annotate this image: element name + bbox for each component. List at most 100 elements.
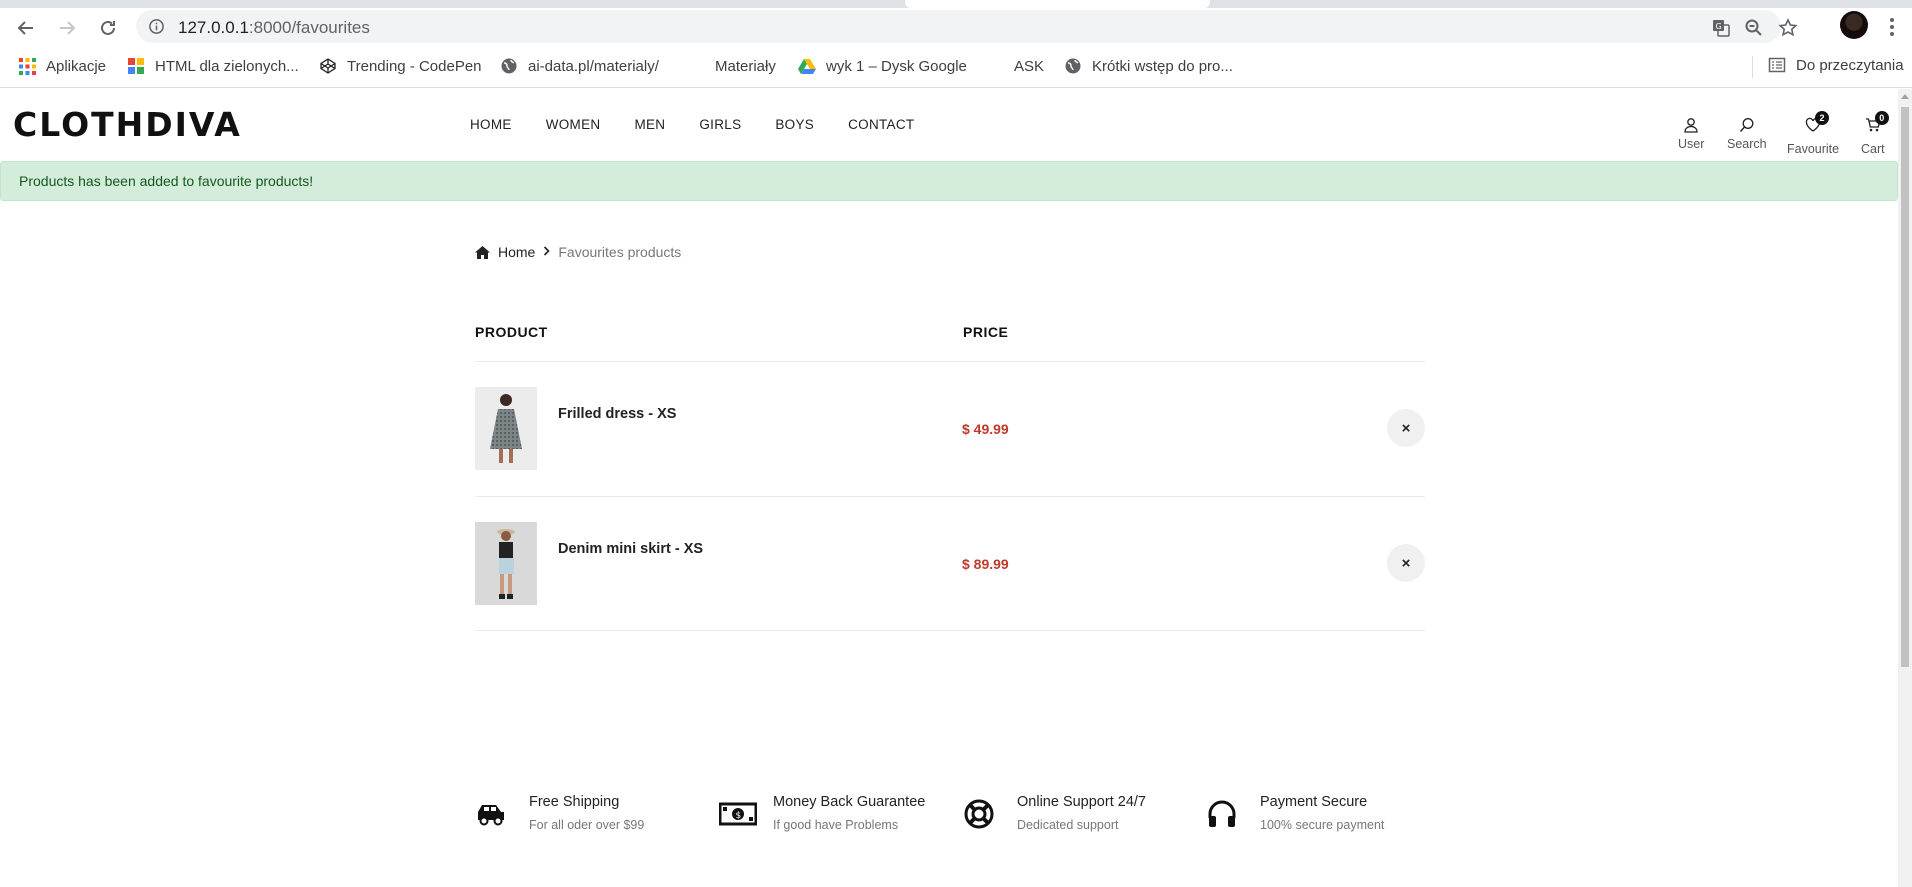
cart-count-badge: 0	[1874, 111, 1889, 125]
service-subtitle: 100% secure payment	[1260, 818, 1385, 832]
home-icon	[475, 245, 490, 259]
bookmark-ask[interactable]: ASK	[986, 56, 1044, 76]
service-subtitle: Dedicated support	[1017, 818, 1119, 832]
bookmark-ai-data[interactable]: ai-data.pl/materialy/	[500, 56, 659, 76]
favourite-label: Favourite	[1787, 142, 1840, 156]
cart-button[interactable]: 0 Cart	[1861, 111, 1889, 156]
column-price: PRICE	[963, 324, 1009, 340]
lifebuoy-icon	[964, 799, 994, 829]
search-icon	[1739, 118, 1754, 132]
menu-men[interactable]: MEN	[634, 117, 665, 132]
table-row: Denim mini skirt - XS $ 89.99 ×	[475, 497, 1425, 631]
user-icon	[1684, 118, 1698, 133]
success-alert: Products has been added to favourite pro…	[0, 161, 1898, 201]
column-product: PRODUCT	[475, 324, 548, 340]
user-label: User	[1678, 137, 1705, 151]
bookmark-drive[interactable]: wyk 1 – Dysk Google	[798, 56, 967, 76]
browser-menu-icon[interactable]	[1890, 18, 1894, 36]
breadcrumb: Home Favourites products	[475, 244, 681, 260]
close-icon: ×	[1401, 419, 1411, 437]
scrollbar-thumb[interactable]	[1901, 107, 1909, 667]
bookmarks-separator	[1752, 56, 1753, 78]
money-icon: $	[719, 802, 757, 826]
bookmark-materialy[interactable]: Materiały	[687, 56, 776, 76]
service-title: Money Back Guarantee	[773, 794, 926, 810]
product-image[interactable]	[475, 522, 537, 605]
search-label: Search	[1727, 137, 1767, 151]
product-price: $ 49.99	[962, 421, 1009, 437]
favourite-count-badge: 2	[1815, 111, 1830, 125]
truck-icon	[478, 805, 504, 826]
browser-toolbar: 127.0.0.1:8000/favourites G	[0, 8, 1912, 44]
menu-contact[interactable]: CONTACT	[848, 117, 914, 132]
remove-button[interactable]: ×	[1387, 544, 1425, 582]
bookmark-label: Aplikacje	[46, 57, 107, 75]
menu-boys[interactable]: BOYS	[775, 117, 814, 132]
menu-girls[interactable]: GIRLS	[699, 117, 741, 132]
zoom-icon[interactable]	[1744, 18, 1764, 38]
close-icon: ×	[1401, 554, 1411, 572]
favourite-button[interactable]: 2 Favourite	[1787, 111, 1840, 156]
breadcrumb-home[interactable]: Home	[498, 244, 535, 260]
site-logo[interactable]: CLOTHDIVA	[13, 105, 242, 144]
product-name[interactable]: Frilled dress - XS	[558, 406, 676, 422]
scroll-up-arrow-icon[interactable]	[1901, 94, 1909, 99]
product-price: $ 89.99	[962, 556, 1009, 572]
reading-list-button[interactable]: Do przeczytania	[1768, 56, 1904, 74]
search-button[interactable]: Search	[1727, 117, 1767, 151]
forward-icon[interactable]	[53, 14, 81, 42]
svg-text:G: G	[1716, 22, 1722, 31]
service-subtitle: If good have Problems	[773, 818, 899, 832]
divider	[475, 630, 1425, 631]
menu-home[interactable]: HOME	[470, 117, 512, 132]
site-header: CLOTHDIVA HOME WOMEN MEN GIRLS BOYS CONT…	[0, 89, 1898, 161]
reading-list-label: Do przeczytania	[1796, 56, 1904, 74]
user-button[interactable]: User	[1678, 117, 1704, 151]
codepen-icon	[319, 57, 337, 75]
bookmark-html[interactable]: HTML dla zielonych...	[127, 56, 299, 76]
blank-icon	[986, 57, 1004, 75]
service-title: Free Shipping	[529, 794, 620, 810]
page-scrollbar[interactable]	[1898, 89, 1912, 887]
globe-icon	[1064, 57, 1082, 75]
cart-label: Cart	[1861, 142, 1885, 156]
site-favicon-icon	[127, 57, 145, 75]
service-title: Payment Secure	[1260, 794, 1368, 810]
bookmark-label: Trending - CodePen	[347, 57, 482, 75]
bookmark-krotki-wstep[interactable]: Krótki wstęp do pro...	[1064, 56, 1233, 76]
apps-grid-icon	[18, 57, 36, 75]
breadcrumb-current: Favourites products	[558, 244, 682, 260]
svg-text:$: $	[736, 811, 742, 821]
chevron-right-icon	[543, 245, 550, 259]
profile-avatar[interactable]	[1840, 11, 1868, 39]
bookmark-label: ai-data.pl/materialy/	[528, 57, 659, 75]
bookmark-label: Krótki wstęp do pro...	[1092, 57, 1233, 75]
service-title: Online Support 24/7	[1017, 794, 1146, 810]
bookmark-label: HTML dla zielonych...	[155, 57, 299, 75]
table-header: PRODUCT PRICE	[475, 324, 1425, 340]
product-name[interactable]: Denim mini skirt - XS	[558, 541, 703, 557]
bookmark-label: Materiały	[715, 57, 776, 75]
bookmark-label: wyk 1 – Dysk Google	[826, 57, 967, 75]
menu-women[interactable]: WOMEN	[546, 117, 601, 132]
bookmark-star-icon[interactable]	[1778, 18, 1798, 38]
back-icon[interactable]	[12, 14, 40, 42]
browser-active-tab[interactable]	[905, 0, 1210, 8]
service-subtitle: For all oder over $99	[529, 818, 645, 832]
globe-icon	[500, 57, 518, 75]
url-text: 127.0.0.1:8000/favourites	[178, 18, 370, 37]
google-drive-icon	[798, 57, 816, 75]
bookmark-codepen[interactable]: Trending - CodePen	[319, 56, 482, 76]
main-menu: HOME WOMEN MEN GIRLS BOYS CONTACT	[470, 117, 948, 132]
product-image[interactable]	[475, 387, 537, 470]
browser-tab-strip	[0, 0, 1912, 8]
remove-button[interactable]: ×	[1387, 409, 1425, 447]
site-info-icon[interactable]	[148, 18, 165, 35]
table-row: Frilled dress - XS $ 49.99 ×	[475, 362, 1425, 496]
reload-icon[interactable]	[94, 14, 122, 42]
address-bar[interactable]: 127.0.0.1:8000/favourites G	[136, 10, 1798, 43]
translate-icon[interactable]: G	[1711, 18, 1731, 38]
bookmark-apps[interactable]: Aplikacje	[18, 56, 106, 76]
blank-icon	[687, 57, 705, 75]
bookmarks-bar: Aplikacje HTML dla zielonych... Trending…	[0, 44, 1912, 88]
